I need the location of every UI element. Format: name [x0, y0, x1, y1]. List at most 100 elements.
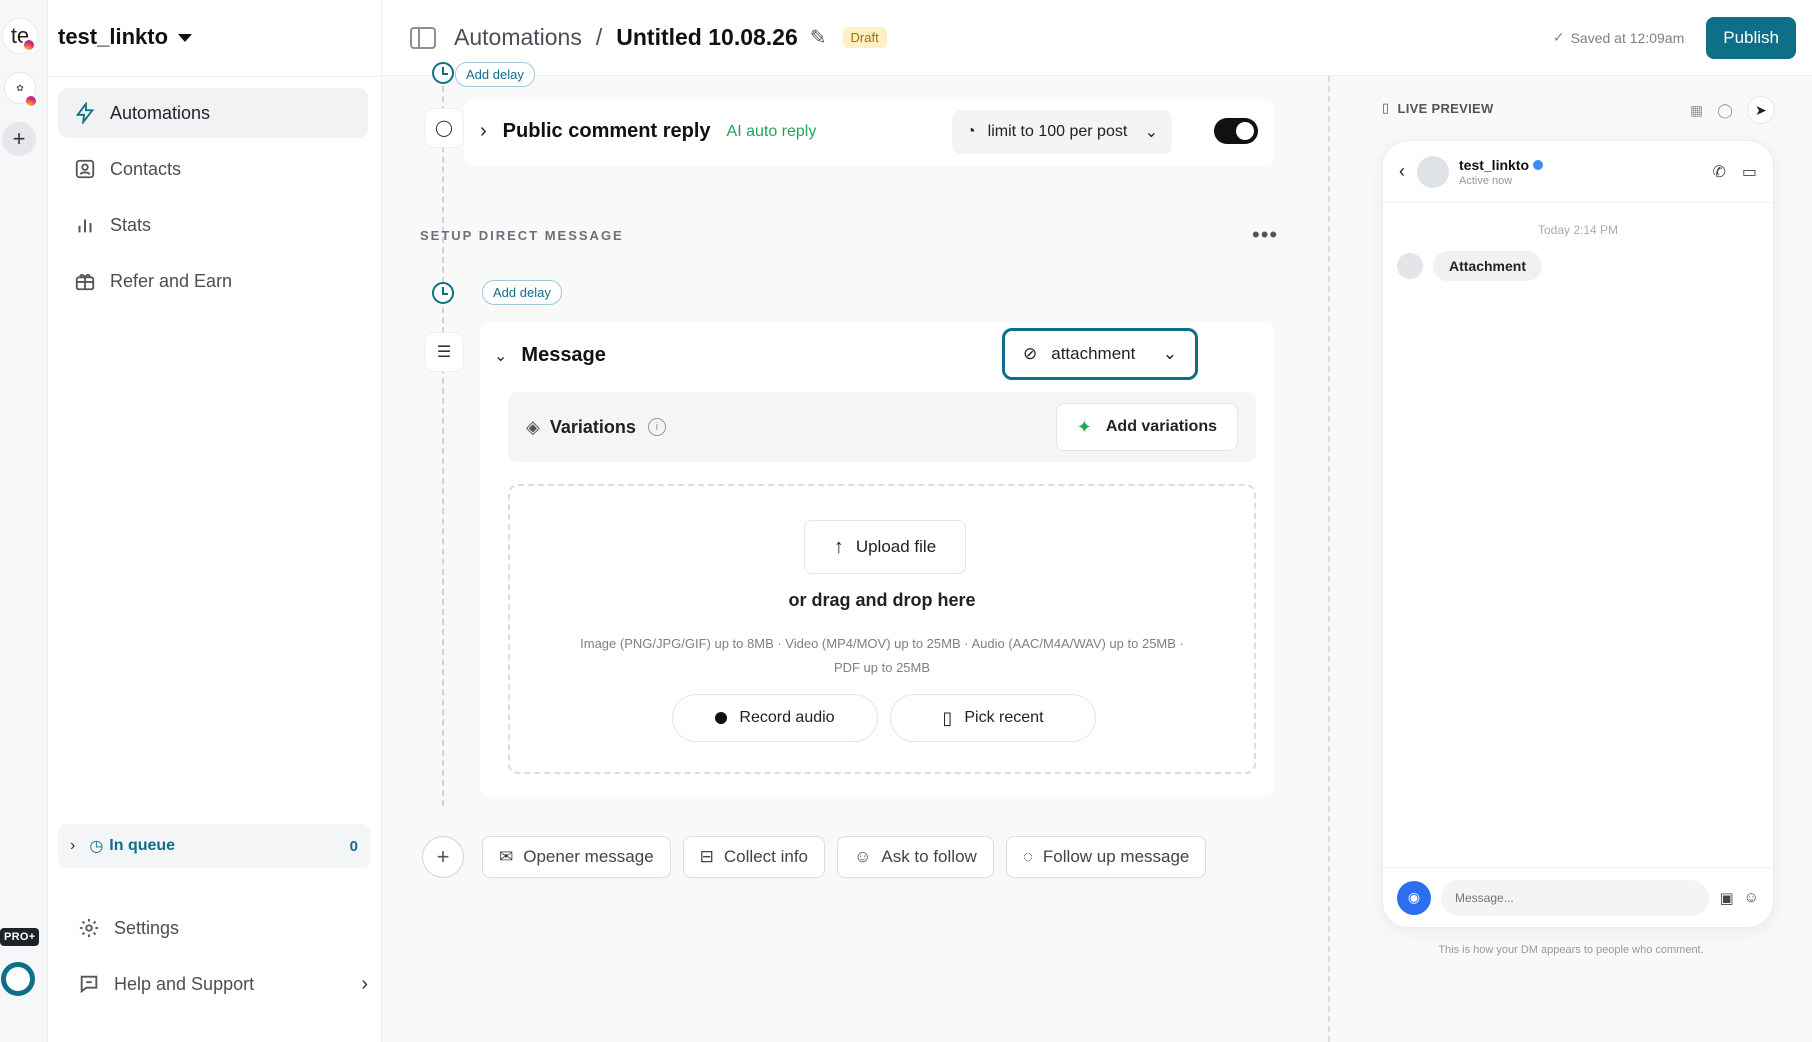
quick-action-label: Collect info [723, 847, 809, 866]
status-badge: Draft [842, 27, 887, 48]
message-node-icon: ☰ [424, 332, 464, 372]
message-bubble: Attachment [1433, 251, 1543, 281]
camera-icon[interactable]: ◉ [1397, 880, 1431, 915]
phone-mockup: ‹ test_linkto Active now ✆ ▭ Today 2:14 … [1382, 140, 1774, 928]
sidebar-item-label: Refer and Earn [110, 270, 233, 291]
breadcrumb-separator: / [595, 24, 603, 50]
file-limits: Image (PNG/JPG/GIF) up to 8MB · Video (M… [530, 632, 1234, 680]
record-dot-icon [715, 712, 728, 724]
check-icon: ✓ [1552, 29, 1565, 45]
sidebar-item-automations[interactable]: Automations [58, 88, 368, 138]
brand-ring-icon[interactable] [1, 962, 35, 996]
contact-info: test_linkto Active now [1459, 157, 1544, 187]
workspace-switcher[interactable]: test_linkto [58, 20, 193, 54]
add-step-button[interactable]: + [422, 836, 464, 878]
ai-auto-reply-label: AI auto reply [726, 122, 817, 140]
comment-icon[interactable]: ◯ [1717, 102, 1733, 124]
avatar [1397, 253, 1423, 279]
user-check-icon: ☺ [854, 847, 872, 866]
settings-link[interactable]: Settings [78, 900, 368, 956]
help-and-support-link[interactable]: Help and Support › [78, 956, 368, 1012]
chat-header: ‹ test_linkto Active now ✆ ▭ [1383, 141, 1773, 203]
live-preview-title: LIVE PREVIEW [1397, 100, 1494, 116]
video-call-icon[interactable]: ▭ [1742, 162, 1757, 182]
pencil-edit-icon[interactable]: ✎ [810, 25, 827, 50]
variations-panel: ◈ Variations i ✦ Add variations [508, 392, 1256, 462]
add-variations-button[interactable]: ✦ Add variations [1055, 403, 1238, 451]
variations-title: Variations [549, 416, 636, 437]
preview-caption: This is how your DM appears to people wh… [1438, 944, 1704, 956]
chevron-right-icon: › [361, 972, 368, 995]
ask-to-follow-button[interactable]: ☺ Ask to follow [837, 836, 994, 878]
quick-action-label: Opener message [523, 847, 654, 866]
info-icon[interactable]: i [647, 418, 666, 436]
file-limits-line: PDF up to 25MB [833, 660, 931, 675]
message-header[interactable]: ⌄ Message [494, 344, 606, 367]
record-audio-button[interactable]: Record audio [672, 694, 878, 742]
add-delay-button[interactable]: Add delay [455, 62, 535, 87]
workspace-name: test_linkto [58, 24, 169, 49]
back-arrow-icon[interactable]: ‹ [1399, 161, 1405, 182]
avatar [1417, 155, 1449, 188]
emoji-icon[interactable]: ☺ [1744, 889, 1759, 907]
instagram-badge-icon [22, 38, 36, 52]
message-type-dropdown[interactable]: ⊘ attachment ⌄ [1002, 328, 1198, 380]
sidebar-item-label: Automations [110, 102, 211, 123]
drag-drop-text: or drag and drop here [788, 590, 976, 610]
composer-tools: ▣ ☺ [1719, 889, 1759, 907]
phone-call-icon[interactable]: ✆ [1712, 162, 1725, 182]
add-workspace-button[interactable]: + [2, 122, 36, 156]
message-title: Message [521, 344, 606, 366]
sidebar-item-stats[interactable]: Stats [58, 200, 368, 250]
chevron-down-icon: ⌄ [494, 347, 508, 365]
sparkle-icon: ✦ [1076, 416, 1092, 437]
contact-name-row: test_linkto [1459, 157, 1544, 173]
live-preview-panel: ▯ LIVE PREVIEW ▦ ◯ ➤ ‹ test_linkto Activ… [1328, 76, 1812, 1042]
limit-dropdown[interactable]: ◔ limit to 100 per post ⌄ [952, 110, 1172, 154]
add-variations-label: Add variations [1105, 418, 1217, 435]
automation-canvas: Add delay ◯ › Public comment reply AI au… [382, 62, 1328, 1042]
quick-action-label: Ask to follow [881, 847, 977, 866]
breadcrumb-automations[interactable]: Automations [454, 24, 582, 51]
paperclip-icon: ⊘ [1023, 344, 1038, 363]
upload-label: Upload file [855, 537, 937, 556]
in-queue-label: ◷ In queue [89, 836, 175, 856]
follow-up-message-button[interactable]: ◌ Follow up message [1005, 836, 1207, 878]
upload-file-button[interactable]: ↑ Upload file [804, 520, 966, 574]
file-drop-zone[interactable]: ↑ Upload file or drag and drop here Imag… [508, 484, 1256, 774]
publish-button[interactable]: Publish [1706, 16, 1796, 59]
sidebar-item-refer-and-earn[interactable]: Refer and Earn [58, 256, 368, 306]
sidebar-item-contacts[interactable]: Contacts [58, 144, 368, 194]
chat-message: Attachment [1397, 251, 1773, 281]
inbox-icon: ⊟ [699, 847, 714, 866]
in-queue-text: In queue [109, 837, 176, 854]
chevron-right-icon: › [70, 837, 76, 854]
gear-icon [79, 918, 99, 938]
toggle-sidebar-icon[interactable] [410, 26, 436, 49]
collect-info-button[interactable]: ⊟ Collect info [682, 836, 826, 878]
top-header: Automations / Untitled 10.08.26 ✎ Draft … [382, 0, 1812, 76]
send-icon[interactable]: ➤ [1746, 96, 1775, 124]
sidebar-divider [48, 76, 381, 77]
limit-label: limit to 100 per post [987, 123, 1128, 140]
comment-reply-header[interactable]: › Public comment reply AI auto reply [480, 120, 816, 143]
flow-timeline [442, 76, 444, 806]
record-label: Record audio [739, 709, 835, 726]
automation-title: Untitled 10.08.26 [616, 24, 798, 50]
comment-reply-toggle[interactable] [1214, 118, 1258, 144]
pick-recent-button[interactable]: ▯ Pick recent [890, 694, 1096, 742]
section-more-icon[interactable]: ••• [1252, 222, 1278, 248]
message-card: ⌄ Message ⊘ attachment ⌄ ◈ Variations i … [480, 322, 1274, 796]
pro-badge: PRO+ [0, 928, 40, 946]
add-delay-button[interactable]: Add delay [482, 280, 562, 305]
in-queue-toggle[interactable]: › ◷ In queue 0 [58, 824, 370, 868]
message-input[interactable] [1441, 879, 1710, 916]
grid-icon[interactable]: ▦ [1690, 102, 1703, 124]
gauge-icon: ◔ [966, 123, 976, 140]
call-actions: ✆ ▭ [1712, 162, 1757, 182]
in-queue-count: 0 [349, 837, 358, 855]
clock-icon [432, 62, 454, 84]
sidebar-bottom-nav: Settings Help and Support › [78, 900, 368, 1012]
image-icon[interactable]: ▣ [1719, 889, 1733, 907]
opener-message-button[interactable]: ✉ Opener message [482, 836, 671, 878]
